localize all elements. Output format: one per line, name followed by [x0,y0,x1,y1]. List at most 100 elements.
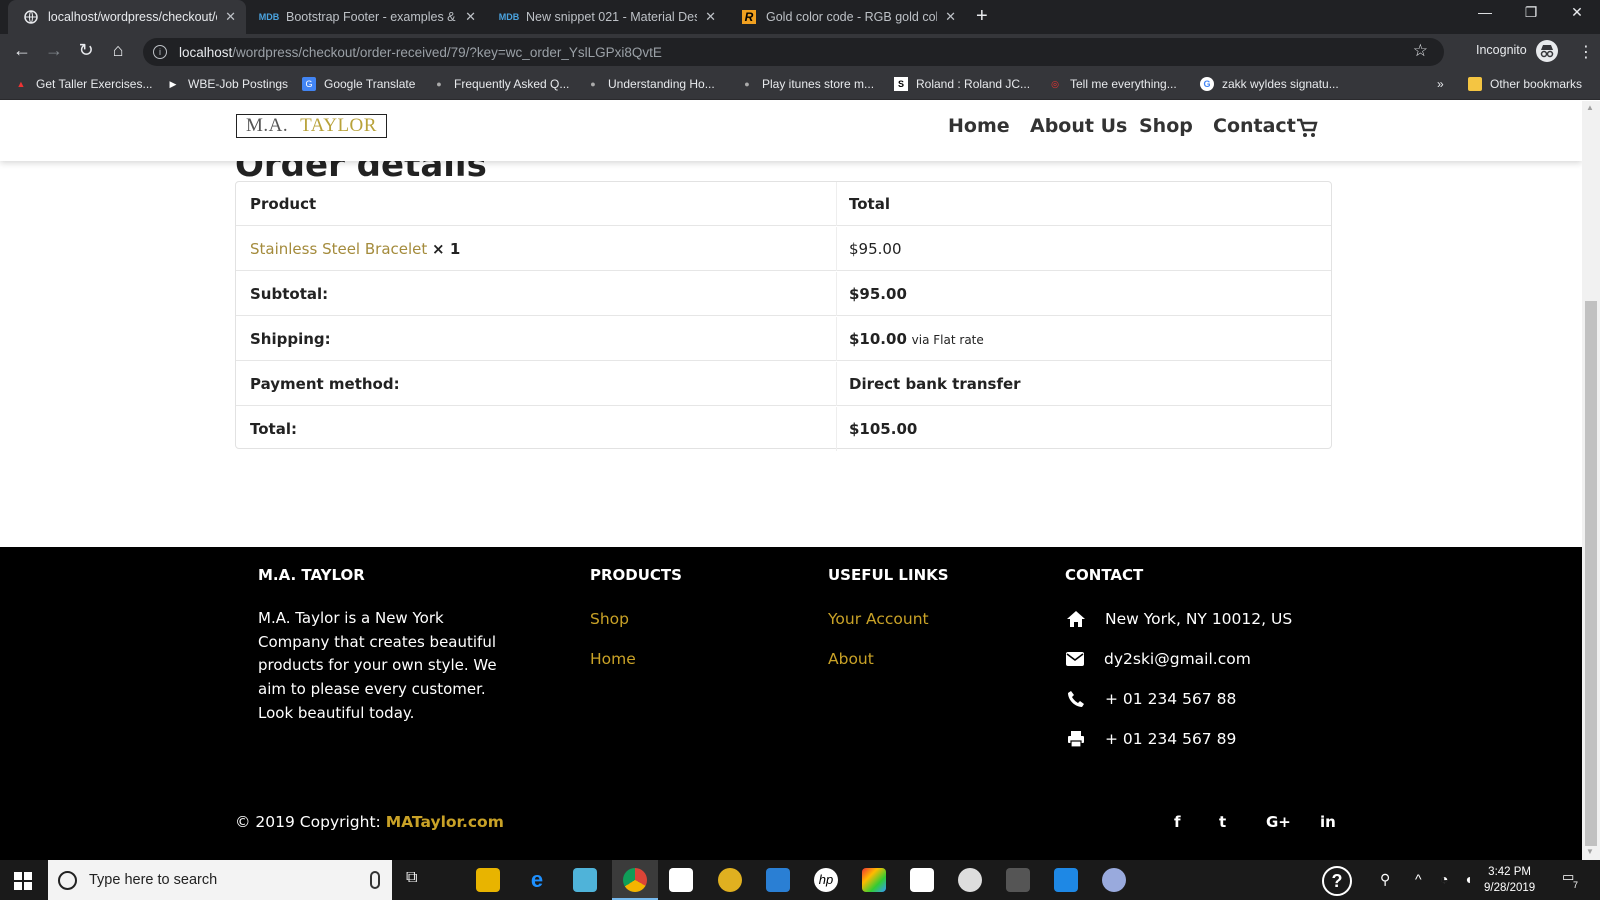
cart-icon[interactable] [1296,117,1318,139]
nav-shop[interactable]: Shop [1139,115,1193,137]
nav-about-us[interactable]: About Us [1030,115,1127,137]
app-icon[interactable] [862,868,886,892]
app-icon[interactable] [573,868,597,892]
windows-start-icon[interactable] [14,872,32,890]
bookmark-item[interactable]: ▲ Get Taller Exercises... [14,77,153,91]
incognito-icon[interactable] [1536,40,1558,62]
taskbar-search[interactable]: Type here to search [48,860,392,900]
chrome-icon[interactable] [623,868,647,892]
help-icon[interactable]: ? [1322,866,1352,896]
tab-new-snippet[interactable]: MDB New snippet 021 - Material Desig ✕ [486,0,726,34]
tab-order-received[interactable]: localhost/wordpress/checkout/or ✕ [8,0,246,34]
wifi-icon[interactable]: ◔ [1440,871,1448,887]
footer-link-account[interactable]: Your Account [828,610,929,628]
bookmark-item[interactable]: ● Frequently Asked Q... [432,77,569,91]
system-clock[interactable]: 3:42 PM 9/28/2019 [1484,864,1535,896]
column-divider [836,272,837,316]
header-total: Total [849,195,890,213]
footer-link-shop[interactable]: Shop [590,610,629,628]
app-icon[interactable] [1102,868,1126,892]
table-header-row: Product Total [236,182,1331,226]
restore-icon[interactable]: ❐ [1516,4,1546,21]
site-logo[interactable]: M.A. TAYLOR [236,114,387,138]
contact-fax: + 01 234 567 89 [1105,730,1237,748]
reload-icon[interactable]: ↻ [74,40,98,61]
google-icon: G [1200,77,1214,91]
other-bookmarks[interactable]: Other bookmarks [1468,77,1582,91]
bookmark-item[interactable]: ▶ WBE-Job Postings [166,77,289,91]
payment-value: Direct bank transfer [849,375,1021,393]
volume-icon[interactable]: ◖ [1464,871,1472,887]
app-icon[interactable] [718,868,742,892]
table-row: Subtotal: $95.00 [236,272,1331,316]
task-view-icon[interactable]: ⧉ [406,869,417,887]
file-explorer-icon[interactable] [476,868,500,892]
tab-gold-color[interactable]: R Gold color code - RGB gold color ✕ [726,0,966,34]
people-icon[interactable]: ⚲ [1380,871,1390,888]
scroll-down-icon[interactable]: ▼ [1586,847,1594,856]
new-tab-icon[interactable]: + [976,5,988,28]
bookmark-item[interactable]: ● Understanding Ho... [586,77,714,91]
store-icon[interactable] [669,868,693,892]
bookmark-item[interactable]: S Roland : Roland JC... [894,77,1030,91]
apple-icon: ● [744,79,750,89]
twitter-icon[interactable]: t [1219,813,1226,831]
chevron-up-icon[interactable]: ^ [1415,871,1422,887]
close-icon[interactable]: ✕ [465,9,476,25]
app-icon[interactable] [766,868,790,892]
mdb-icon: MDB [498,12,520,22]
tab-title: Gold color code - RGB gold color [766,10,938,24]
close-icon[interactable]: ✕ [225,9,236,25]
bookmark-item[interactable]: ● Play itunes store m... [740,77,874,91]
google-plus-icon[interactable]: G+ [1266,813,1291,831]
mail-icon[interactable] [910,868,934,892]
vscode-icon[interactable] [1054,868,1078,892]
bookmark-item[interactable]: ◎ Tell me everything... [1048,77,1177,91]
more-bookmarks[interactable]: » [1437,77,1444,91]
copyright-text: © 2019 Copyright: [235,813,381,831]
browser-tab-strip: localhost/wordpress/checkout/or ✕ MDB Bo… [0,0,1600,34]
forward-icon[interactable]: → [42,40,66,61]
close-icon[interactable]: ✕ [945,9,956,25]
star-icon[interactable]: ☆ [1413,41,1428,61]
nav-home[interactable]: Home [948,115,1010,137]
linkedin-icon[interactable]: in [1320,813,1336,831]
home-icon[interactable]: ⌂ [106,40,130,61]
table-row: Total: $105.00 [236,407,1331,451]
page-scrollbar[interactable]: ▲ ▼ [1582,101,1600,860]
bookmark-item[interactable]: Gzakk wyldes signatu... [1200,77,1339,91]
close-icon[interactable]: ✕ [705,9,716,25]
bookmark-item[interactable]: G Google Translate [302,77,415,91]
contact-address: New York, NY 10012, US [1105,610,1293,628]
info-icon[interactable]: i [153,45,167,59]
bookmark-label: Get Taller Exercises... [36,77,153,91]
product-link[interactable]: Stainless Steel Bracelet [250,240,427,258]
bookmark-label: WBE-Job Postings [188,77,289,91]
copyright-brand-link[interactable]: MATaylor.com [386,813,504,831]
facebook-icon[interactable]: f [1174,813,1181,831]
scroll-up-icon[interactable]: ▲ [1586,103,1594,112]
app-icon[interactable] [1006,868,1030,892]
scrollbar-thumb[interactable] [1585,301,1597,846]
menu-kebab-icon[interactable]: ⋮ [1578,42,1594,62]
app-icon[interactable] [958,868,982,892]
bookmark-label: Tell me everything... [1070,77,1177,91]
minimize-icon[interactable]: — [1470,4,1500,20]
edge-icon[interactable]: e [525,868,549,892]
table-row: Stainless Steel Bracelet × 1 $95.00 [236,227,1331,271]
nav-contact[interactable]: Contact [1213,115,1296,137]
bookmark-label: Frequently Asked Q... [454,77,570,91]
tab-title: New snippet 021 - Material Desig [526,10,698,24]
footer-link-about[interactable]: About [828,650,874,668]
url-bar[interactable]: i localhost/wordpress/checkout/order-rec… [143,38,1444,66]
product-quantity: × 1 [432,240,461,258]
contact-phone: + 01 234 567 88 [1105,690,1237,708]
product-cell: Stainless Steel Bracelet × 1 [250,240,460,258]
tab-bootstrap-footer[interactable]: MDB Bootstrap Footer - examples & tu ✕ [246,0,486,34]
back-icon[interactable]: ← [10,40,34,61]
close-window-icon[interactable]: ✕ [1562,4,1592,21]
microphone-icon[interactable] [370,871,380,889]
hp-icon[interactable]: hp [814,868,838,892]
footer-link-home[interactable]: Home [590,650,636,668]
shipping-label: Shipping: [250,330,331,348]
